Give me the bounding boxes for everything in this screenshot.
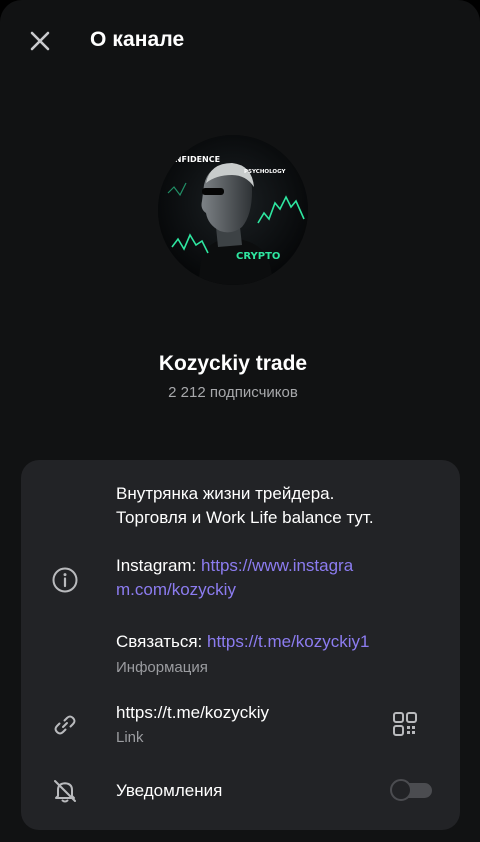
page-title: О канале: [90, 28, 185, 51]
notifications-toggle[interactable]: [390, 779, 432, 801]
close-icon: [30, 31, 50, 51]
avatar-word-psychology: PSYCHOLOGY: [244, 169, 286, 175]
description-line-1: Внутрянка жизни трейдера.: [116, 484, 335, 503]
contact-entry: Связаться: https://t.me/kozyckiy1: [116, 630, 370, 654]
bell-off-icon: [51, 777, 79, 805]
avatar-image: ONFIDENCE PSYCHOLOGY CRYPTO: [158, 135, 308, 285]
subscriber-count: 2 212 подписчиков: [168, 384, 298, 401]
channel-link[interactable]: https://t.me/kozyckiy: [116, 701, 269, 725]
avatar-word-confidence: ONFIDENCE: [168, 155, 220, 164]
info-icon: [51, 566, 79, 594]
info-card: Внутрянка жизни трейдера. Торговля и Wor…: [21, 460, 460, 830]
toggle-knob: [390, 779, 412, 801]
instagram-label: Instagram:: [116, 556, 202, 575]
qr-code-icon: [393, 712, 417, 736]
close-button[interactable]: [22, 23, 58, 59]
instagram-link[interactable]: https://www.instagra: [201, 556, 353, 575]
instagram-link-continued[interactable]: m.com/kozyckiy: [116, 578, 426, 602]
channel-name: Kozyckiy trade: [158, 352, 308, 375]
contact-link[interactable]: https://t.me/kozyckiy1: [207, 632, 370, 651]
instagram-entry: Instagram: https://www.instagra m.com/ko…: [116, 554, 426, 602]
channel-info-screen: О канале ONFIDENCE PSYCHOLOGY CRYPTO Koz…: [0, 0, 480, 842]
link-icon: [51, 711, 79, 739]
header: О канале: [0, 0, 480, 82]
channel-avatar[interactable]: ONFIDENCE PSYCHOLOGY CRYPTO: [158, 135, 308, 285]
description-line-2: Торговля и Work Life balance тут.: [116, 508, 374, 527]
contact-label: Связаться:: [116, 632, 207, 651]
avatar-word-crypto: CRYPTO: [236, 251, 280, 262]
channel-description: Внутрянка жизни трейдера. Торговля и Wor…: [116, 482, 436, 530]
qr-code-button[interactable]: [391, 710, 419, 738]
info-caption: Информация: [116, 659, 208, 676]
notifications-label: Уведомления: [116, 781, 223, 800]
link-caption: Link: [116, 729, 144, 746]
